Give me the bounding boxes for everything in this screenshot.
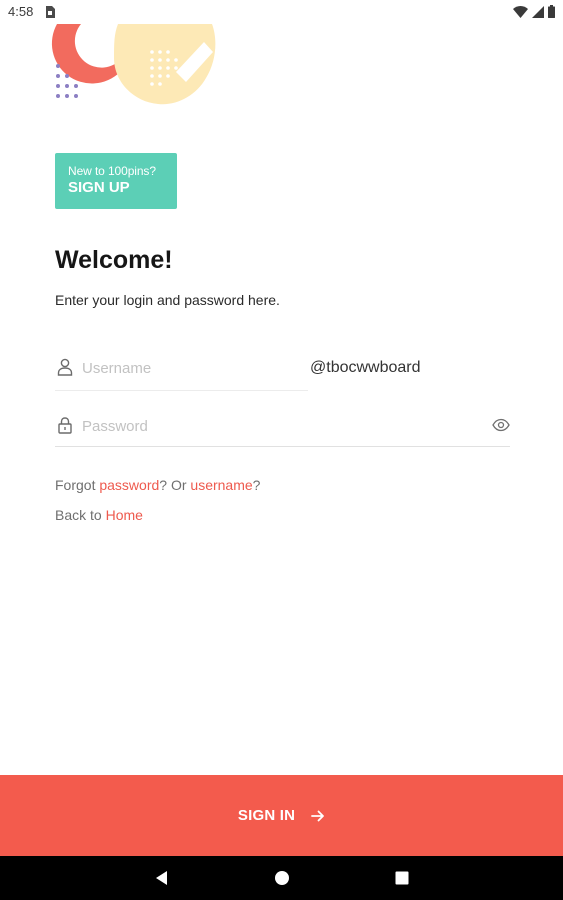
arrow-right-icon (311, 810, 325, 821)
coral-arc-shape (51, 24, 122, 84)
eye-icon[interactable] (492, 418, 510, 432)
forgot-suffix: ? (252, 477, 261, 493)
forgot-credentials-line: Forgot password? Or username? (55, 477, 260, 493)
signin-label: SIGN IN (237, 807, 296, 824)
navigation-bar (0, 856, 563, 900)
signup-button[interactable]: New to 100pins? SIGN UP (55, 153, 177, 209)
page-subtitle: Enter your login and password here. (55, 292, 280, 308)
signin-button[interactable]: SIGN IN (0, 775, 563, 856)
yellow-circle-shape (114, 24, 216, 105)
recents-icon[interactable] (392, 868, 412, 888)
forgot-password-link[interactable]: password (99, 477, 159, 493)
password-field[interactable] (55, 406, 510, 447)
user-icon (57, 358, 73, 376)
lock-icon (58, 417, 72, 434)
back-icon[interactable] (152, 868, 172, 888)
forgot-username-link[interactable]: username (190, 477, 252, 493)
page-title: Welcome! (55, 246, 173, 274)
password-input[interactable] (82, 414, 462, 438)
home-icon[interactable] (272, 868, 292, 888)
back-to-home-line: Back to Home (55, 507, 143, 523)
signup-prompt: New to 100pins? (68, 164, 156, 178)
username-input[interactable] (82, 356, 302, 380)
or-text: ? Or (159, 477, 191, 493)
back-prefix: Back to (55, 507, 106, 523)
header-decoration (51, 24, 216, 105)
signup-label: SIGN UP (68, 179, 130, 196)
home-link[interactable]: Home (106, 507, 143, 523)
username-domain-suffix: @tbocwwboard (310, 359, 421, 376)
username-field[interactable] (55, 348, 308, 391)
forgot-prefix: Forgot (55, 477, 100, 493)
